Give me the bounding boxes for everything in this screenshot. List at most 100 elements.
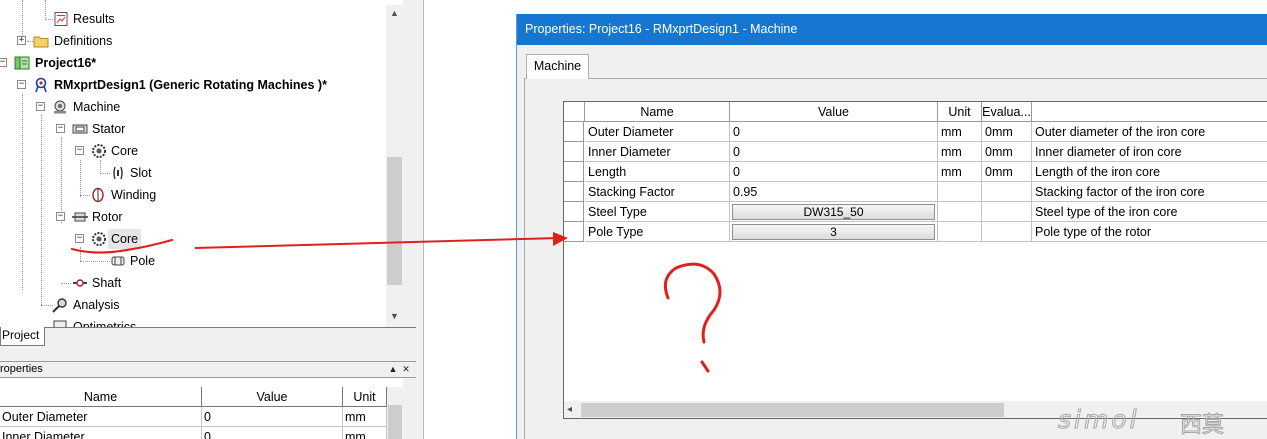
scroll-down-icon[interactable]: ▼	[386, 308, 403, 325]
property-value[interactable]: 0	[730, 162, 938, 182]
column-header-unit[interactable]: Unit	[343, 387, 387, 407]
panel-background	[0, 327, 416, 363]
tree-item-stator[interactable]: − Stator	[0, 119, 386, 139]
tab-machine[interactable]: Machine	[526, 54, 589, 79]
core-icon	[92, 144, 106, 158]
folder-icon	[33, 36, 49, 48]
tree-item-design[interactable]: − RMxprtDesign1 (Generic Rotating Machin…	[0, 75, 386, 95]
project-tree[interactable]: Results + Definitions − Project16* − RMx…	[0, 0, 403, 327]
row-header[interactable]	[564, 182, 584, 202]
property-value[interactable]: 0	[730, 142, 938, 162]
scroll-thumb[interactable]	[388, 405, 402, 439]
property-unit[interactable]: mm	[343, 407, 387, 427]
tree-item-label: Rotor	[92, 210, 123, 224]
expand-icon[interactable]: +	[17, 36, 26, 45]
row-header[interactable]	[564, 142, 584, 162]
property-unit[interactable]: mm	[938, 122, 982, 142]
scroll-thumb[interactable]	[387, 157, 402, 285]
property-unit[interactable]: mm	[938, 142, 982, 162]
collapse-icon[interactable]: −	[0, 58, 7, 67]
property-evaluated	[982, 202, 1032, 222]
scroll-thumb[interactable]	[581, 403, 1004, 417]
property-name: Length	[585, 162, 730, 182]
pin-icon[interactable]: ▲	[387, 363, 399, 376]
tree-item-label: Slot	[130, 166, 152, 180]
property-name: Steel Type	[585, 202, 730, 222]
pole-type-button[interactable]: 3	[732, 224, 935, 240]
column-header-unit[interactable]: Unit	[938, 102, 982, 122]
collapse-icon[interactable]: −	[17, 80, 26, 89]
tree-item-machine[interactable]: − Machine	[0, 97, 386, 117]
property-value[interactable]: 0.95	[730, 182, 938, 202]
column-header-value[interactable]: Value	[202, 387, 343, 407]
row-header[interactable]	[564, 222, 584, 242]
dialog-title: Properties: Project16 - RMxprtDesign1 - …	[517, 14, 1267, 45]
rotor-icon	[72, 212, 88, 222]
row-header[interactable]	[564, 122, 584, 142]
results-icon	[54, 12, 68, 26]
column-header-description[interactable]	[1032, 102, 1267, 122]
column-header-evaluated[interactable]: Evalua...	[982, 102, 1032, 122]
tree-item-optimetrics[interactable]: Optimetrics	[0, 317, 386, 327]
column-header-value[interactable]: Value	[730, 102, 938, 122]
tree-item-pole[interactable]: Pole	[0, 251, 386, 271]
tree-item-label: Optimetrics	[73, 320, 137, 327]
tree-item-results[interactable]: Results	[0, 9, 386, 29]
close-icon[interactable]: ✕	[400, 363, 412, 376]
property-value-cell: 3	[730, 222, 938, 242]
winding-icon	[92, 187, 104, 203]
property-unit	[938, 202, 982, 222]
panel-title: roperties	[0, 363, 43, 375]
property-value[interactable]: 0	[730, 122, 938, 142]
property-evaluated	[982, 222, 1032, 242]
property-grid: Name Value Unit Evalua... Outer Diameter…	[563, 101, 1267, 419]
watermark-logo-cn: 西莫	[1179, 412, 1225, 438]
pole-icon	[111, 256, 125, 266]
column-header-name[interactable]: Name	[0, 387, 202, 407]
property-value[interactable]: 0	[202, 407, 343, 427]
tree-item-stator-core[interactable]: − Core	[0, 141, 386, 161]
tree-item-label: Results	[73, 12, 115, 26]
core-icon	[92, 232, 106, 246]
tree-item-analysis[interactable]: Analysis	[0, 295, 386, 315]
properties-table: Name Value Unit Outer Diameter 0 mm Inne…	[0, 387, 387, 439]
grid-horizontal-scrollbar[interactable]: ◂	[564, 401, 1267, 418]
collapse-icon[interactable]: −	[56, 212, 65, 221]
tree-item-shaft[interactable]: Shaft	[0, 273, 386, 293]
property-description: Inner diameter of iron core	[1032, 142, 1267, 162]
property-unit[interactable]: mm	[343, 427, 387, 439]
column-header-name[interactable]: Name	[585, 102, 730, 122]
tree-item-project[interactable]: − Project16*	[0, 53, 386, 73]
property-name: Stacking Factor	[585, 182, 730, 202]
tree-scrollbar[interactable]: ▲ ▼	[386, 5, 403, 327]
tree-item-label: RMxprtDesign1 (Generic Rotating Machines…	[54, 78, 327, 92]
tree-item-label: Project16*	[35, 56, 97, 70]
collapse-icon[interactable]: −	[75, 234, 84, 243]
collapse-icon[interactable]: −	[75, 146, 84, 155]
property-description: Length of the iron core	[1032, 162, 1267, 182]
property-value[interactable]: 0	[202, 427, 343, 439]
property-name: Inner Diameter	[0, 427, 202, 439]
property-name: Pole Type	[585, 222, 730, 242]
tree-item-label: Shaft	[92, 276, 122, 290]
property-value-cell: DW315_50	[730, 202, 938, 222]
steel-type-button[interactable]: DW315_50	[732, 204, 935, 220]
properties-scrollbar[interactable]	[387, 387, 403, 439]
collapse-icon[interactable]: −	[56, 124, 65, 133]
row-header[interactable]	[564, 162, 584, 182]
collapse-icon[interactable]: −	[36, 102, 45, 111]
row-header[interactable]	[564, 202, 584, 222]
property-description: Outer diameter of the iron core	[1032, 122, 1267, 142]
tree-item-slot[interactable]: Slot	[0, 163, 386, 183]
tab-project[interactable]: Project	[0, 327, 45, 346]
tree-item-label: Winding	[111, 188, 157, 202]
property-unit[interactable]: mm	[938, 162, 982, 182]
divider	[423, 0, 424, 439]
tree-item-rotor[interactable]: − Rotor	[0, 207, 386, 227]
tree-item-rotor-core[interactable]: − Core	[0, 229, 386, 249]
scroll-left-icon[interactable]: ◂	[567, 403, 572, 417]
tree-item-definitions[interactable]: + Definitions	[0, 31, 386, 51]
tree-item-winding[interactable]: Winding	[0, 185, 386, 205]
tree-item-label: Machine	[73, 100, 121, 114]
scroll-up-icon[interactable]: ▲	[386, 5, 403, 22]
